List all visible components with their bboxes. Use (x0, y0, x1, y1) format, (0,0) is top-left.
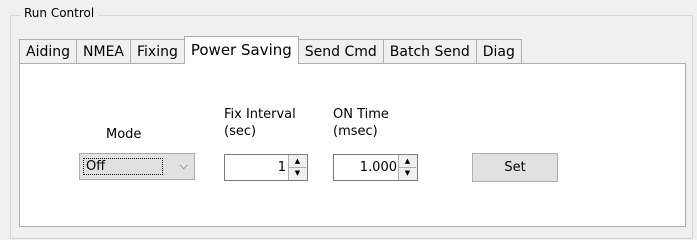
tab-batch-send[interactable]: Batch Send (382, 39, 477, 63)
power-saving-panel (19, 63, 686, 227)
group-title: Run Control (20, 6, 99, 20)
tab-fixing[interactable]: Fixing (130, 39, 185, 63)
mode-select[interactable]: Off ⌵ (79, 153, 195, 180)
fix-interval-spin-buttons: ▲ ▼ (288, 155, 307, 180)
tab-diag[interactable]: Diag (475, 39, 522, 63)
fix-interval-value: 1 (277, 160, 286, 175)
tab-send-cmd[interactable]: Send Cmd (297, 39, 384, 63)
on-time-value: 1.000 (359, 160, 397, 175)
mode-label: Mode (106, 127, 142, 142)
chevron-down-icon: ⌵ (179, 159, 188, 172)
triangle-down-icon[interactable]: ▼ (399, 167, 416, 179)
on-time-label-line2: (msec) (333, 124, 378, 139)
set-button[interactable]: Set (472, 153, 558, 182)
tab-aiding[interactable]: Aiding (19, 39, 78, 63)
tab-nmea[interactable]: NMEA (76, 39, 131, 63)
fix-interval-label: Fix Interval (sec) (224, 106, 296, 140)
fix-interval-label-line2: (sec) (224, 124, 257, 139)
mode-select-value: Off (83, 158, 163, 175)
on-time-spin-buttons: ▲ ▼ (398, 155, 417, 180)
run-control-window: Run Control Aiding NMEA Fixing Power Sav… (0, 0, 697, 240)
on-time-label: ON Time (msec) (333, 106, 389, 140)
tab-strip: Aiding NMEA Fixing Power Saving Send Cmd… (19, 36, 522, 64)
triangle-down-icon[interactable]: ▼ (289, 167, 306, 179)
fix-interval-spinbox[interactable]: 1 ▲ ▼ (224, 154, 308, 181)
fix-interval-label-line1: Fix Interval (224, 107, 296, 122)
tab-power-saving[interactable]: Power Saving (183, 36, 299, 64)
on-time-label-line1: ON Time (333, 107, 389, 122)
on-time-spinbox[interactable]: 1.000 ▲ ▼ (333, 154, 418, 181)
